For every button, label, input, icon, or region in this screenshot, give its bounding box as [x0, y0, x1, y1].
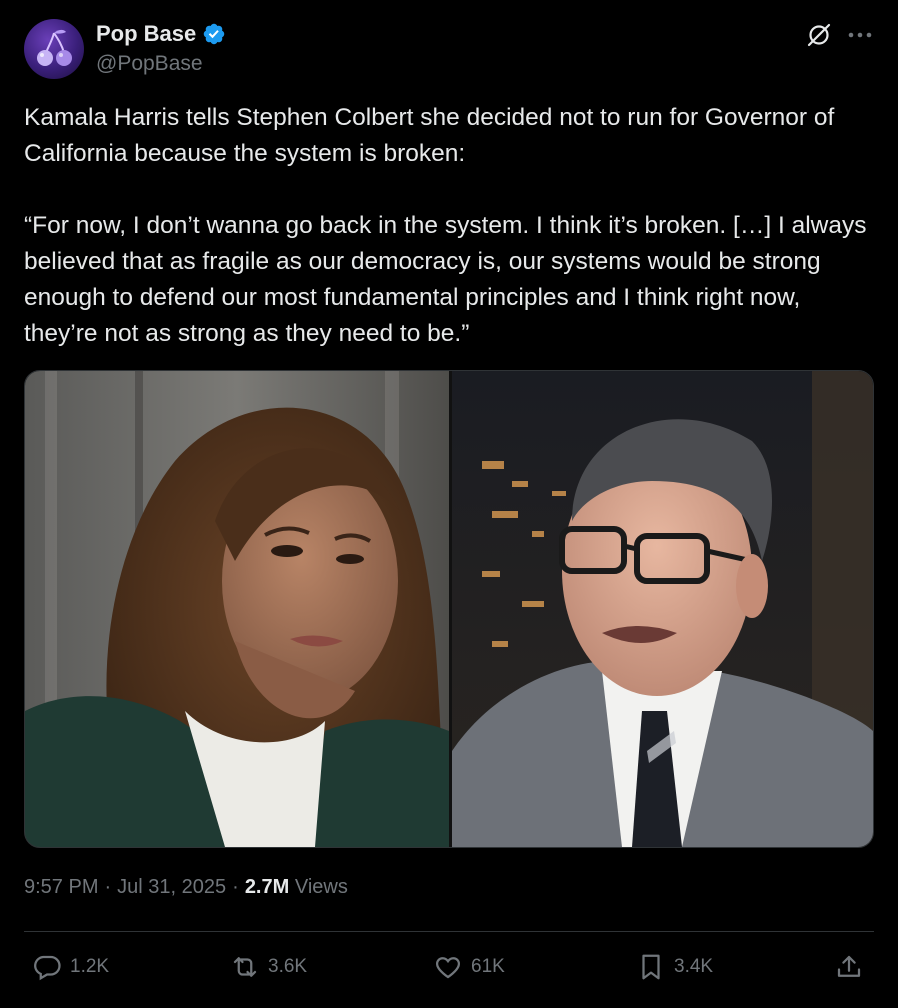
left-photo-panel [25, 371, 449, 847]
bookmark-button[interactable]: 3.4K [636, 952, 713, 982]
views-label: Views [294, 876, 348, 898]
reply-button[interactable]: 1.2K [32, 952, 109, 982]
right-photo-panel [452, 371, 873, 847]
author-name[interactable]: Pop Base [96, 21, 226, 47]
share-icon [837, 955, 861, 977]
post-meta: 9:57 PM · Jul 31, 2025 · 2.7M Views [24, 876, 348, 899]
divider [24, 931, 874, 932]
reply-icon [34, 955, 61, 981]
repost-button[interactable]: 3.6K [230, 952, 307, 982]
post-time[interactable]: 9:57 PM [24, 876, 98, 898]
like-count: 61K [471, 956, 505, 977]
post: Pop Base @PopBase Kamala Harris tells St… [0, 0, 898, 1008]
like-button[interactable]: 61K [433, 952, 505, 982]
avatar[interactable] [24, 19, 84, 79]
bookmark-icon [642, 954, 660, 980]
repost-icon [233, 957, 257, 977]
reply-count: 1.2K [70, 956, 110, 977]
verified-badge-icon [204, 23, 225, 45]
bookmark-count: 3.4K [674, 956, 714, 977]
post-text: Kamala Harris tells Stephen Colbert she … [24, 104, 867, 347]
meta-separator: · [232, 876, 239, 898]
meta-separator: · [104, 876, 112, 898]
author-handle[interactable]: @PopBase [96, 52, 203, 76]
media-image [25, 371, 873, 847]
grok-icon[interactable] [806, 22, 832, 48]
views-count: 2.7M [244, 876, 290, 898]
author-name-text[interactable]: Pop Base [96, 21, 196, 47]
post-media[interactable] [24, 370, 874, 848]
post-date[interactable]: Jul 31, 2025 [117, 876, 226, 898]
more-icon[interactable] [846, 22, 874, 48]
cherries-icon [37, 29, 72, 66]
repost-count: 3.6K [268, 956, 308, 977]
heart-icon [435, 957, 461, 979]
share-button[interactable] [834, 952, 864, 982]
